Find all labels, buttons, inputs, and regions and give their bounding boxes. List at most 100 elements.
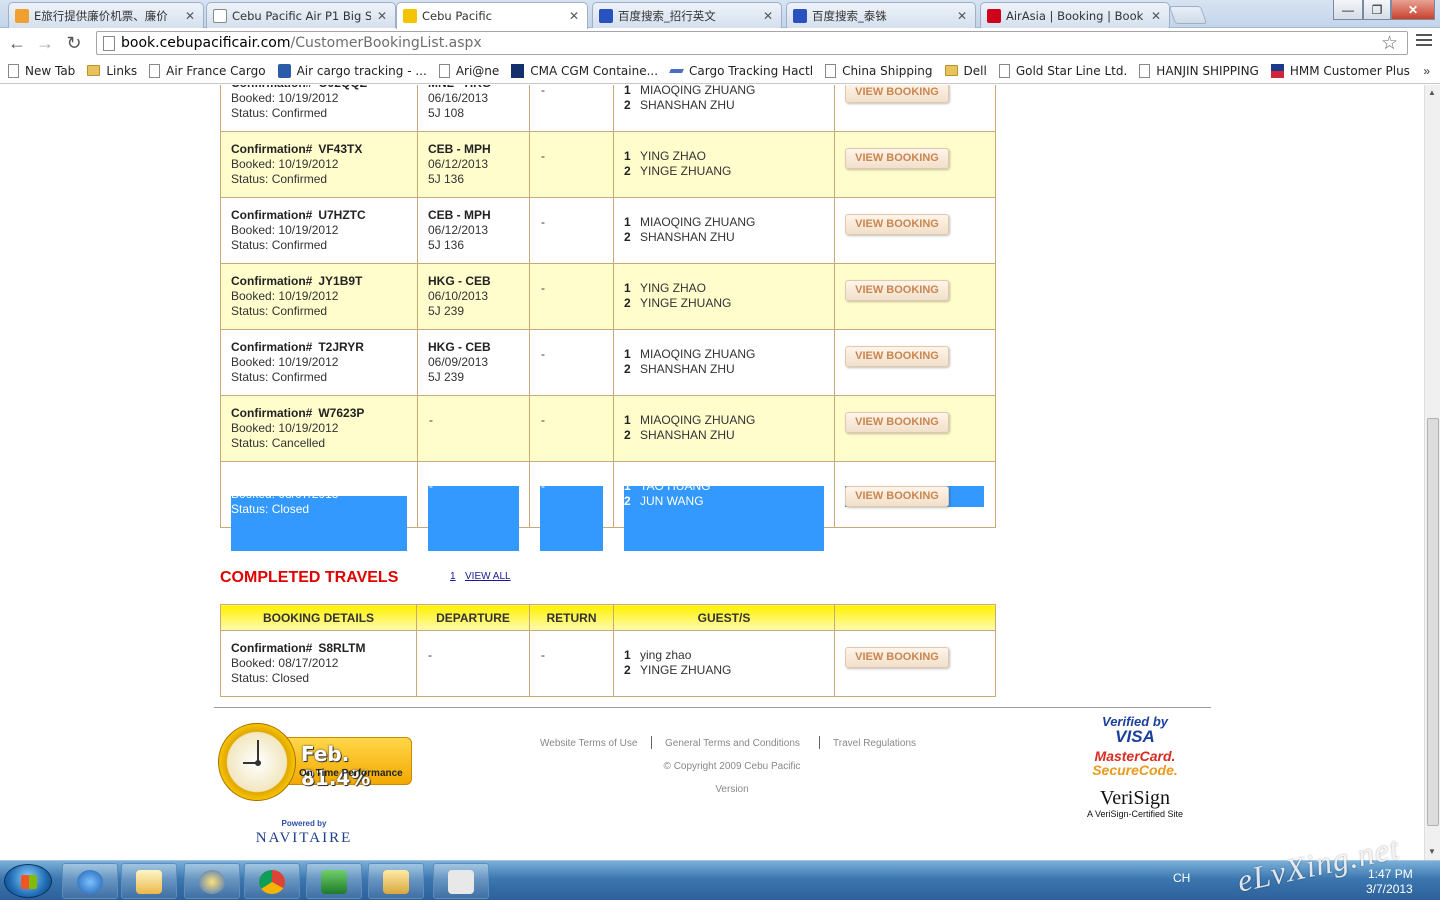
pagination-link[interactable]: 1 xyxy=(450,571,456,582)
status-label: Status: xyxy=(231,106,269,120)
verisign-logo[interactable]: VeriSign xyxy=(1080,787,1190,809)
explorer-taskbar-button[interactable] xyxy=(368,863,424,899)
reload-icon[interactable]: ↻ xyxy=(63,33,85,53)
app-taskbar-button[interactable] xyxy=(433,863,489,899)
close-window-button[interactable]: ✕ xyxy=(1391,0,1435,20)
confirmation-label: Confirmation# xyxy=(231,274,313,288)
booking-status: Confirmed xyxy=(271,106,328,120)
language-indicator[interactable]: CH xyxy=(1173,871,1190,885)
navitaire-logo: Powered by NAVITAIRE xyxy=(246,819,362,859)
view-booking-button[interactable]: VIEW BOOKING xyxy=(845,214,949,235)
table-row: Confirmation# O92QQZ Booked: 10/19/2012 Sta… xyxy=(220,85,996,132)
close-tab-icon[interactable]: ✕ xyxy=(567,9,581,23)
booking-details: Confirmation# W7623P Booked: 10/19/2012 Sta… xyxy=(221,396,417,451)
view-booking-button[interactable]: VIEW BOOKING xyxy=(845,647,949,668)
bookmark-item[interactable]: Dell xyxy=(944,64,987,78)
guest-name: SHANSHAN ZHU xyxy=(640,98,735,112)
chrome-icon xyxy=(259,870,285,894)
bookmark-item[interactable]: China Shipping xyxy=(825,63,933,78)
return-value: - xyxy=(541,85,545,97)
browser-tab[interactable]: Cebu Pacific Air P1 Big Sal ✕ xyxy=(206,2,396,28)
return-value: - xyxy=(541,149,545,163)
vertical-scrollbar[interactable]: ▲ ▼ xyxy=(1424,85,1440,860)
close-tab-icon[interactable]: ✕ xyxy=(761,9,775,23)
list-item: 2 SHANSHAN ZHU xyxy=(624,428,834,443)
guests-cell: 1 ying zhao 2 YINGE ZHUANG xyxy=(613,630,835,697)
bookmark-item[interactable]: Links xyxy=(87,64,137,78)
column-header-actions xyxy=(834,604,996,631)
view-booking-button[interactable]: VIEW BOOKING xyxy=(845,412,949,433)
bookmark-item[interactable]: New Tab xyxy=(8,63,75,78)
favicon-icon xyxy=(793,8,807,23)
view-all-link[interactable]: VIEW ALL xyxy=(465,571,511,582)
bookmark-item[interactable]: Air cargo tracking - ... xyxy=(277,63,427,78)
scrollbar-thumb[interactable] xyxy=(1427,418,1439,826)
bookmark-item[interactable]: HMM Customer Plus xyxy=(1270,63,1410,78)
bookmarks-overflow-icon[interactable]: » xyxy=(1423,64,1430,78)
terms-of-use-link[interactable]: Website Terms of Use xyxy=(540,738,637,749)
excel-taskbar-button[interactable] xyxy=(306,863,362,899)
flight-number: 5J 239 xyxy=(428,304,465,318)
bookmark-item[interactable]: CMA CGM Containe... xyxy=(511,63,658,78)
column-header-guests: GUEST/S xyxy=(613,604,835,631)
back-arrow-icon[interactable]: ← xyxy=(6,33,28,53)
guests-cell: 1 MIAOQING ZHUANG 2 SHANSHAN ZHU xyxy=(613,197,835,264)
scroll-down-icon[interactable]: ▼ xyxy=(1428,847,1436,856)
departure-details: - xyxy=(428,648,432,662)
travel-regulations-link[interactable]: Travel Regulations xyxy=(833,738,916,749)
maximize-button[interactable]: ❐ xyxy=(1363,0,1391,20)
booking-status: Confirmed xyxy=(271,304,328,318)
menu-icon[interactable] xyxy=(1416,34,1432,50)
browser-tab[interactable]: E旅行提供廉价机票、廉价 ✕ xyxy=(8,2,204,28)
guest-number: 2 xyxy=(624,494,631,508)
browser-tab[interactable]: AirAsia | Booking | Book th ✕ xyxy=(980,2,1170,28)
cma-icon xyxy=(511,63,525,78)
flight-number: 5J 108 xyxy=(428,106,465,120)
return-cell: - xyxy=(529,85,614,132)
confirmation-code: W7623P xyxy=(318,406,365,420)
guest-number: 2 xyxy=(624,663,631,677)
new-tab-button[interactable] xyxy=(1168,6,1208,24)
general-terms-link[interactable]: General Terms and Conditions xyxy=(665,738,800,749)
bookmark-item[interactable]: HANJIN SHIPPING xyxy=(1139,63,1259,78)
browser-tab[interactable]: Cebu Pacific ✕ xyxy=(396,2,588,29)
close-tab-icon[interactable]: ✕ xyxy=(183,9,197,23)
guest-number: 1 xyxy=(624,85,631,97)
bookmark-label: HMM Customer Plus xyxy=(1289,63,1410,78)
guest-name: MIAOQING ZHUANG xyxy=(640,85,756,97)
start-button[interactable] xyxy=(4,864,52,898)
excel-icon xyxy=(321,870,347,894)
internet-explorer-taskbar-button[interactable] xyxy=(62,863,118,899)
guest-number: 1 xyxy=(624,413,631,427)
browser-tab[interactable]: 百度搜索_泰铢 ✕ xyxy=(786,2,976,28)
view-booking-button[interactable]: VIEW BOOKING xyxy=(845,148,949,169)
bookmark-item[interactable]: Ari@ne xyxy=(438,63,499,78)
minimize-button[interactable]: — xyxy=(1333,0,1363,20)
bookmark-item[interactable]: Air France Cargo xyxy=(149,63,266,78)
tab-title: Cebu Pacific Air P1 Big Sal xyxy=(232,8,371,23)
cube-icon xyxy=(277,63,291,78)
clock-time[interactable]: 1:47 PM xyxy=(1368,867,1413,881)
url-path: /CustomerBookingList.aspx xyxy=(290,35,482,51)
clock-date[interactable]: 3/7/2013 xyxy=(1366,882,1413,896)
version-text: Version xyxy=(715,784,749,795)
forward-arrow-icon[interactable]: → xyxy=(34,33,56,53)
details-cell: Confirmation# S8RLTM Booked: 08/17/2012 Sta… xyxy=(220,630,417,697)
bookmark-item[interactable]: Gold Star Line Ltd. xyxy=(998,63,1127,78)
search-app-taskbar-button[interactable] xyxy=(184,863,240,899)
close-tab-icon[interactable]: ✕ xyxy=(1149,9,1163,23)
view-booking-button[interactable]: VIEW BOOKING xyxy=(845,280,949,301)
chrome-taskbar-button[interactable] xyxy=(244,863,300,899)
close-tab-icon[interactable]: ✕ xyxy=(955,9,969,23)
view-booking-button[interactable]: VIEW BOOKING xyxy=(845,85,949,103)
page-icon xyxy=(1139,63,1151,78)
view-booking-button[interactable]: VIEW BOOKING xyxy=(845,346,949,367)
browser-tab[interactable]: 百度搜索_招行英文 ✕ xyxy=(592,2,782,28)
address-bar[interactable]: book.cebupacificair.com/CustomerBookingL… xyxy=(96,31,1408,55)
close-tab-icon[interactable]: ✕ xyxy=(375,9,389,23)
bookmark-item[interactable]: Cargo Tracking Hactl xyxy=(669,64,813,78)
outlook-taskbar-button[interactable] xyxy=(121,863,177,899)
bookmark-star-icon[interactable]: ☆ xyxy=(1381,32,1398,55)
scroll-up-icon[interactable]: ▲ xyxy=(1428,88,1436,97)
view-booking-button[interactable]: VIEW BOOKING xyxy=(845,486,949,507)
